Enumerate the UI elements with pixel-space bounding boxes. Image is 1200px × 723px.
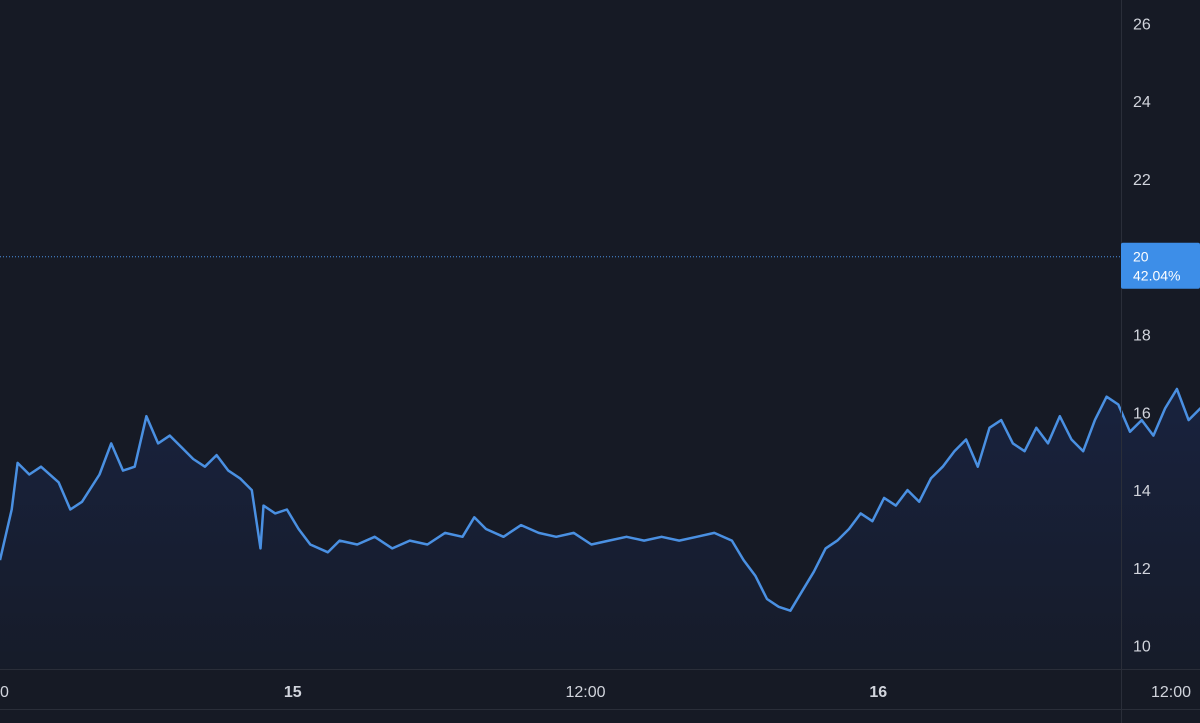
x-tick-label: 16 bbox=[869, 684, 887, 701]
x-tick-label: 0 bbox=[0, 684, 9, 701]
last-price-value: 20 bbox=[1133, 249, 1149, 265]
y-tick-label: 24 bbox=[1133, 94, 1151, 111]
y-tick-label: 10 bbox=[1133, 639, 1151, 656]
y-tick-label: 14 bbox=[1133, 483, 1151, 500]
price-chart[interactable]: 101214161820222426 01512:001612:001712:0… bbox=[0, 0, 1200, 723]
y-tick-label: 22 bbox=[1133, 172, 1151, 189]
y-tick-label: 18 bbox=[1133, 328, 1151, 345]
last-price-change: 42.04% bbox=[1133, 268, 1180, 284]
chart-root: 101214161820222426 01512:001612:001712:0… bbox=[0, 0, 1200, 723]
x-tick-label: 12:00 bbox=[1151, 684, 1191, 701]
x-tick-label: 15 bbox=[284, 684, 302, 701]
y-tick-label: 16 bbox=[1133, 405, 1151, 422]
y-tick-label: 12 bbox=[1133, 561, 1151, 578]
y-tick-label: 26 bbox=[1133, 16, 1151, 33]
last-price-label[interactable]: 20 42.04% bbox=[1121, 242, 1200, 289]
x-tick-label: 12:00 bbox=[565, 684, 605, 701]
